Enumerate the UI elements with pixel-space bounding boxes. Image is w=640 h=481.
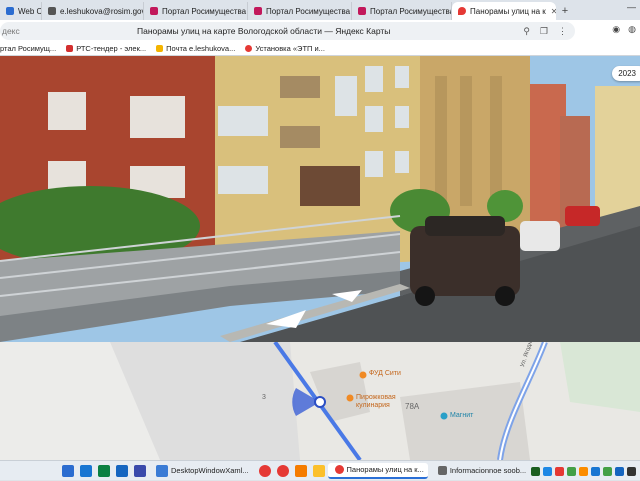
page-viewport: 2023 ФУД Сити Пирожковая кулинария 78А М… xyxy=(0,56,640,460)
etp-icon xyxy=(245,45,253,52)
document-icon xyxy=(437,466,447,475)
minimize-icon[interactable]: — xyxy=(627,2,636,12)
year-label: 2023 xyxy=(618,69,636,78)
map-canvas xyxy=(0,342,640,460)
bookmark-label: РТС-тендер - элек... xyxy=(76,44,147,53)
bluetooth-icon[interactable] xyxy=(591,466,600,476)
yandex-maps-icon xyxy=(458,7,466,15)
window-controls: — xyxy=(627,2,636,12)
bookmark-icon[interactable]: ❐ xyxy=(540,26,548,37)
tab-rosim-2[interactable]: Портал Росимущества ✕ xyxy=(248,2,352,20)
windows-taskbar: DesktopWindowXaml... Панорамы улиц на к.… xyxy=(0,460,640,480)
tray-icon[interactable] xyxy=(579,466,588,476)
rosim-icon xyxy=(254,7,262,15)
bookmark-rts[interactable]: РТС-тендер - элек... xyxy=(66,44,146,53)
tab-label: Панорамы улиц на к xyxy=(470,6,546,16)
extension-icon[interactable]: ◉ xyxy=(612,24,620,35)
map-label-3: 3 xyxy=(262,394,266,401)
tab-web-client[interactable]: Web Clie xyxy=(0,2,42,20)
tab-label: Портал Росимущества xyxy=(162,6,247,16)
tray-icon[interactable] xyxy=(567,466,576,476)
browser-tab-bar: Web Clie e.leshukova@rosim.gov ✕ Портал … xyxy=(0,0,640,20)
tab-label: Портал Росимущества xyxy=(370,6,452,16)
rosim-icon xyxy=(150,7,158,15)
bookmark-label: ртал Росимущ... xyxy=(0,44,57,53)
taskbar-app-label: Informacionnoe soob... xyxy=(449,466,527,475)
location-icon[interactable]: ⚲ xyxy=(523,26,530,37)
taskbar-app-document[interactable]: Informacionnoe soob... xyxy=(431,463,530,479)
avatar[interactable]: ◍ xyxy=(628,24,636,35)
bookmark-rosim[interactable]: ртал Росимущ... xyxy=(0,44,56,53)
tray-icon[interactable] xyxy=(531,466,540,476)
new-tab-button[interactable]: + xyxy=(556,2,574,20)
address-bar-actions: ⚲ ❐ ⋮ xyxy=(523,26,567,37)
tab-label: Портал Росимущества xyxy=(266,6,351,16)
more-icon[interactable]: ⋮ xyxy=(558,26,567,37)
excel-icon[interactable] xyxy=(98,464,110,477)
app-icon[interactable] xyxy=(134,464,146,477)
app-icon[interactable] xyxy=(294,464,307,477)
bookmark-label: Установка «ЭТП и... xyxy=(255,44,325,53)
tray-icon[interactable] xyxy=(603,466,612,476)
mini-map[interactable]: ФУД Сити Пирожковая кулинария 78А Магнит… xyxy=(0,342,640,460)
map-label-fud-city[interactable]: ФУД Сити xyxy=(369,370,401,377)
rosim-icon xyxy=(358,7,366,15)
language-icon[interactable] xyxy=(627,466,636,476)
extensions-area: ◉ ◍ xyxy=(612,24,636,35)
app-window-icon xyxy=(156,464,168,477)
tab-mail[interactable]: e.leshukova@rosim.gov ✕ xyxy=(42,2,144,20)
yandex-browser-icon xyxy=(334,465,344,474)
address-fragment: декс xyxy=(2,26,20,36)
web-client-icon xyxy=(6,7,14,15)
address-bar-row: декс Панорамы улиц на карте Вологодской … xyxy=(0,20,640,42)
page-title: Панорамы улиц на карте Вологодской облас… xyxy=(137,26,391,36)
opera-icon[interactable] xyxy=(276,464,289,477)
edge-icon[interactable] xyxy=(80,464,92,477)
street-panorama[interactable] xyxy=(0,56,640,342)
current-position-marker xyxy=(314,396,326,408)
close-icon[interactable]: ✕ xyxy=(551,7,556,16)
bookmark-mail[interactable]: Почта e.leshukova... xyxy=(156,44,235,53)
tab-yandex-maps[interactable]: Панорамы улиц на к ✕ xyxy=(452,2,556,20)
tab-label: e.leshukova@rosim.gov xyxy=(60,6,144,16)
tab-label: Web Clie xyxy=(18,6,42,16)
mail-icon xyxy=(156,45,164,52)
app-icon[interactable] xyxy=(312,464,325,477)
rts-icon xyxy=(66,45,74,52)
mail-icon xyxy=(48,7,56,15)
start-icon[interactable] xyxy=(62,464,74,477)
bookmark-label: Почта e.leshukova... xyxy=(166,44,236,53)
yandex-icon[interactable] xyxy=(258,464,271,477)
plus-icon: + xyxy=(561,5,569,17)
bookmarks-bar: ртал Росимущ... РТС-тендер - элек... Поч… xyxy=(0,42,640,56)
tray-icon[interactable] xyxy=(555,466,564,476)
panorama-year-badge[interactable]: 2023 xyxy=(612,66,640,81)
taskbar-app-desktop-window[interactable]: DesktopWindowXaml... xyxy=(149,463,253,479)
tray-icon[interactable] xyxy=(615,466,624,476)
map-label-magnit[interactable]: Магнит xyxy=(450,412,473,419)
taskbar-app-label: Панорамы улиц на к... xyxy=(346,465,424,474)
map-label-bakery[interactable]: Пирожковая кулинария xyxy=(356,394,404,410)
tab-rosim-3[interactable]: Портал Росимущества ✕ xyxy=(352,2,452,20)
taskbar-app-yandex-browser[interactable]: Панорамы улиц на к... xyxy=(327,462,428,479)
bookmark-etp[interactable]: Установка «ЭТП и... xyxy=(245,44,325,53)
taskbar-app-label: DesktopWindowXaml... xyxy=(171,466,249,475)
address-bar[interactable]: декс Панорамы улиц на карте Вологодской … xyxy=(0,22,575,40)
tray-icon[interactable] xyxy=(543,466,552,476)
outlook-icon[interactable] xyxy=(116,464,128,477)
map-label-78a: 78А xyxy=(405,402,420,411)
system-tray xyxy=(531,461,640,481)
tab-rosim-1[interactable]: Портал Росимущества ✕ xyxy=(144,2,248,20)
